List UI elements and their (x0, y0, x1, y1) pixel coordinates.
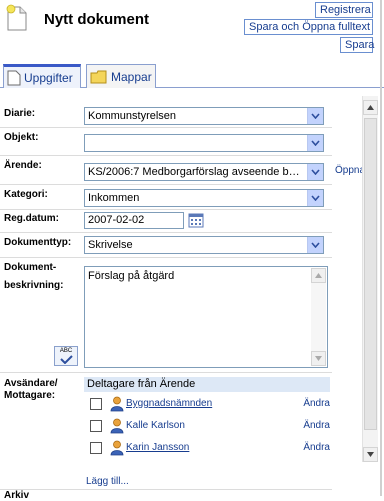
kategori-value: Inkommen (88, 192, 140, 204)
arende-label: Ärende: (4, 160, 42, 171)
beskrivning-label-line2: beskrivning: (4, 280, 64, 291)
arende-value: KS/2006:7 Medborgarförslag avseende bull… (88, 166, 302, 178)
scroll-thumb[interactable] (364, 118, 377, 430)
chevron-up-icon[interactable] (311, 268, 326, 283)
diarie-value: Kommunstyrelsen (88, 110, 177, 122)
participant-name[interactable]: Karin Jansson (126, 442, 189, 453)
chevron-down-icon[interactable] (307, 108, 323, 124)
andra-link[interactable]: Ändra (303, 442, 330, 453)
dokumenttyp-value: Skrivelse (88, 239, 133, 251)
divider (0, 257, 332, 258)
spellcheck-button[interactable]: ABC (54, 346, 78, 366)
beskrivning-label-line1: Dokument- (4, 262, 57, 273)
avsandare-label-line2: Mottagare: (4, 390, 56, 401)
window-border (380, 0, 382, 496)
document-icon (6, 4, 27, 31)
chevron-down-icon[interactable] (311, 351, 326, 366)
chevron-down-icon[interactable] (307, 237, 323, 253)
kategori-select[interactable]: Inkommen (84, 189, 324, 207)
divider (0, 232, 332, 233)
divider (0, 184, 332, 185)
tab-mappar-label: Mappar (111, 69, 152, 84)
participant-row: Byggnadsnämnden Ändra (90, 396, 330, 412)
participant-checkbox[interactable] (90, 442, 102, 454)
oppna-arende-link[interactable]: Öppna (335, 165, 365, 176)
spara-oppna-fulltext-button[interactable]: Spara och Öppna fulltext (244, 19, 373, 35)
lagg-till-link[interactable]: Lägg till... (86, 476, 129, 487)
beskrivning-textarea[interactable]: Förslag på åtgärd (84, 266, 328, 368)
regdatum-label: Reg.datum: (4, 213, 59, 224)
andra-link[interactable]: Ändra (303, 398, 330, 409)
chevron-down-icon[interactable] (307, 190, 323, 206)
objekt-select[interactable] (84, 134, 324, 152)
arende-select[interactable]: KS/2006:7 Medborgarförslag avseende bull… (84, 163, 324, 181)
divider (0, 155, 332, 156)
participant-row: Kalle Karlson Ändra (90, 418, 330, 434)
tab-uppgifter[interactable]: Uppgifter (3, 64, 81, 88)
divider (0, 372, 332, 373)
page-title: Nytt dokument (44, 11, 149, 28)
participant-row: Karin Jansson Ändra (90, 440, 330, 456)
participant-checkbox[interactable] (90, 398, 102, 410)
spara-button[interactable]: Spara (340, 37, 374, 53)
divider (0, 489, 332, 490)
checkmark-icon (60, 355, 73, 365)
diarie-label: Diarie: (4, 108, 36, 119)
tab-mappar[interactable]: Mappar (86, 64, 156, 88)
page-scrollbar[interactable] (362, 96, 378, 462)
divider (0, 209, 332, 210)
dokumenttyp-label: Dokumenttyp: (4, 237, 72, 248)
andra-link[interactable]: Ändra (303, 420, 330, 431)
person-icon (110, 440, 124, 456)
objekt-label: Objekt: (4, 132, 39, 143)
beskrivning-value: Förslag på åtgärd (88, 270, 175, 282)
participant-name[interactable]: Kalle Karlson (126, 420, 185, 431)
textarea-scrollbar[interactable] (311, 268, 326, 366)
divider (0, 127, 332, 128)
registrera-button[interactable]: Registrera (315, 2, 373, 18)
participant-checkbox[interactable] (90, 420, 102, 432)
regdatum-input[interactable]: 2007-02-02 (84, 212, 184, 229)
deltagare-header: Deltagare från Ärende (84, 377, 330, 392)
chevron-down-icon[interactable] (307, 164, 323, 180)
spellcheck-icon: ABC (59, 348, 73, 354)
chevron-down-icon[interactable] (307, 135, 323, 151)
tab-uppgifter-label: Uppgifter (24, 70, 73, 85)
person-icon (110, 418, 124, 434)
participant-name[interactable]: Byggnadsnämnden (126, 398, 212, 409)
diarie-select[interactable]: Kommunstyrelsen (84, 107, 324, 125)
document-icon (7, 70, 21, 85)
scroll-down-icon[interactable] (363, 447, 378, 462)
scroll-up-icon[interactable] (363, 100, 378, 115)
person-icon (110, 396, 124, 412)
calendar-icon[interactable] (188, 212, 204, 228)
kategori-label: Kategori: (4, 189, 48, 200)
dokumenttyp-select[interactable]: Skrivelse (84, 236, 324, 254)
folder-icon (90, 70, 107, 83)
